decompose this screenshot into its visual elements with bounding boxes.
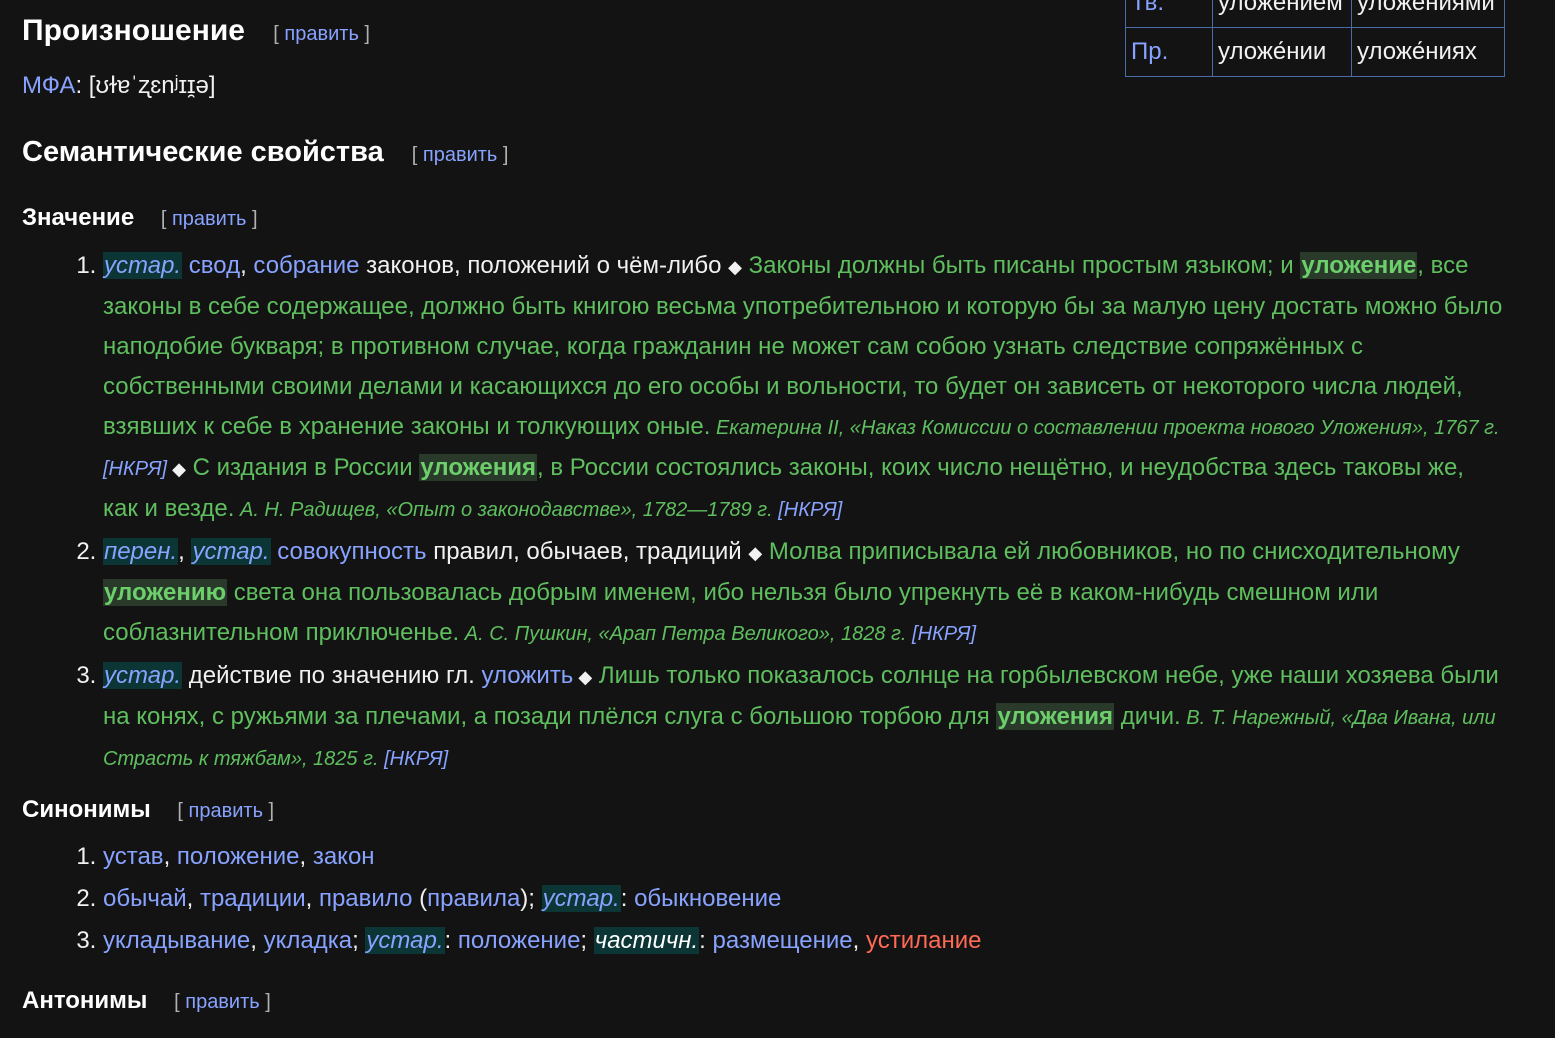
- table-row: Тв. уложением уложениями: [1125, 0, 1505, 28]
- example-diamond-icon: ◆: [748, 543, 763, 563]
- definition-3: устар. действие по значению гл. уложить …: [103, 656, 1503, 779]
- syn-link[interactable]: обычай: [103, 885, 187, 912]
- label-figurative[interactable]: перен.: [103, 538, 179, 565]
- definitions-list: устар. свод, собрание законов, положений…: [0, 246, 1503, 781]
- cell-plural: уложениями: [1351, 0, 1505, 28]
- syn-link[interactable]: закон: [313, 843, 375, 870]
- example-diamond-icon: ◆: [573, 667, 593, 687]
- syn-link[interactable]: размещение: [713, 927, 853, 954]
- synonyms-list: устав, положение, закон обычай, традиции…: [0, 836, 1503, 962]
- ncr-link[interactable]: [НКРЯ]: [103, 458, 167, 480]
- definition-2: перен., устар. совокупность правил, обыч…: [103, 532, 1503, 654]
- case-instrumental[interactable]: Тв.: [1125, 0, 1213, 28]
- edit-link[interactable]: [ править ]: [412, 144, 509, 166]
- label-archaic[interactable]: устар.: [365, 927, 445, 954]
- link-ulozhit[interactable]: уложить: [482, 662, 574, 689]
- example-diamond-icon: ◆: [167, 459, 186, 479]
- example-source: А. Н. Радищев, «Опыт о законодавстве», 1…: [234, 499, 843, 521]
- edit-link[interactable]: [ править ]: [273, 23, 370, 45]
- label-archaic[interactable]: устар.: [191, 538, 271, 565]
- label-partial: частичн.: [593, 927, 700, 954]
- ipa-value: : [ʊɫɐˈʐɛnʲɪɪ̯ə]: [75, 72, 216, 99]
- heading-semantic: Семантические свойства [ править ]: [22, 136, 509, 168]
- declension-table: Тв. уложением уложениями Пр. уложе́нии у…: [1125, 0, 1505, 77]
- syn-link[interactable]: традиции: [200, 885, 306, 912]
- synonym-1: устав, положение, закон: [103, 836, 1503, 878]
- cell-singular: уложением: [1212, 0, 1352, 28]
- edit-link[interactable]: [ править ]: [174, 991, 271, 1013]
- link-sovokupnost[interactable]: совокупность: [277, 538, 426, 565]
- example-source: А. С. Пушкин, «Арап Петра Великого», 182…: [459, 623, 977, 645]
- heading-pronunciation: Произношение [ править ]: [22, 14, 370, 47]
- table-row: Пр. уложе́нии уложе́ниях: [1125, 27, 1505, 77]
- edit-link[interactable]: [ править ]: [161, 208, 258, 230]
- synonym-3: укладывание, укладка; устар.: положение;…: [103, 920, 1503, 962]
- example-diamond-icon: ◆: [728, 257, 743, 277]
- syn-link[interactable]: укладывание: [103, 927, 250, 954]
- syn-link[interactable]: укладка: [264, 927, 353, 954]
- syn-link[interactable]: устав: [103, 843, 164, 870]
- cell-singular: уложе́нии: [1212, 27, 1352, 77]
- syn-link[interactable]: правило: [319, 885, 412, 912]
- synonym-2: обычай, традиции, правило (правила); уст…: [103, 878, 1503, 920]
- label-archaic[interactable]: устар.: [541, 885, 621, 912]
- label-archaic[interactable]: устар.: [103, 252, 183, 279]
- label-archaic[interactable]: устар.: [103, 662, 183, 689]
- syn-link[interactable]: правила: [427, 885, 520, 912]
- ipa-line: МФА: [ʊɫɐˈʐɛnʲɪɪ̯ə]: [22, 72, 216, 100]
- definition-1: устар. свод, собрание законов, положений…: [103, 246, 1503, 530]
- cell-plural: уложе́ниях: [1351, 27, 1505, 77]
- case-prepositional[interactable]: Пр.: [1125, 27, 1213, 77]
- ncr-link[interactable]: [НКРЯ]: [778, 499, 842, 521]
- syn-link[interactable]: положение: [458, 927, 581, 954]
- heading-antonyms: Антонимы [ править ]: [22, 987, 271, 1014]
- syn-link[interactable]: положение: [177, 843, 300, 870]
- syn-link[interactable]: обыкновение: [634, 885, 781, 912]
- link-svod[interactable]: свод: [189, 252, 240, 279]
- edit-link[interactable]: [ править ]: [177, 800, 274, 822]
- heading-meaning: Значение [ править ]: [22, 204, 258, 231]
- link-sobranie[interactable]: собрание: [253, 252, 359, 279]
- heading-synonyms: Синонимы [ править ]: [22, 796, 275, 823]
- ncr-link[interactable]: [НКРЯ]: [912, 623, 976, 645]
- example-text: Законы должны быть писаны простым языком…: [103, 252, 1503, 440]
- red-link[interactable]: устилание: [866, 927, 982, 954]
- ncr-link[interactable]: [НКРЯ]: [384, 748, 448, 770]
- ipa-label-link[interactable]: МФА: [22, 72, 75, 99]
